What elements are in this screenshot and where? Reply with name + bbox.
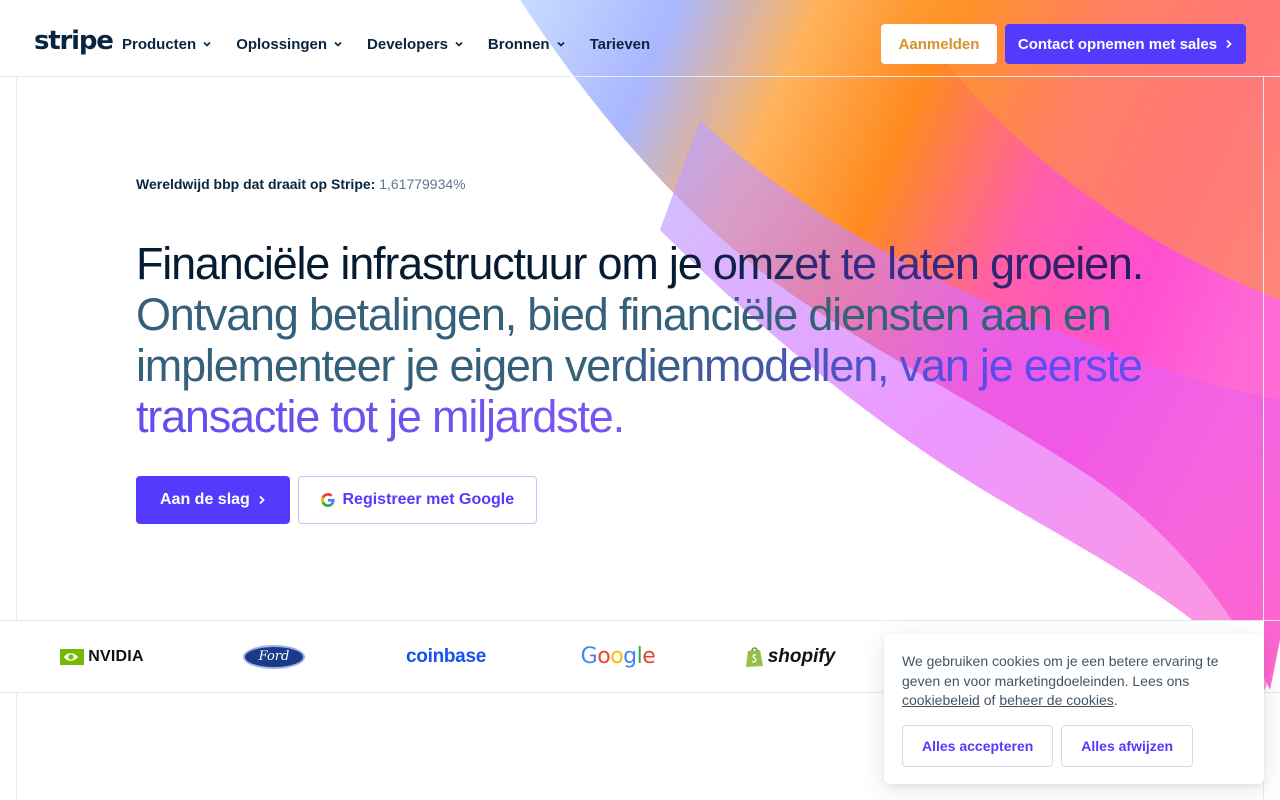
register-google-button[interactable]: Registreer met Google — [297, 476, 537, 524]
coinbase-wordmark: coinbase — [406, 645, 486, 667]
accept-all-cookies-button[interactable]: Alles accepteren — [902, 724, 1054, 767]
headline-strong: Financiële infrastructuur om je omzet te… — [136, 238, 1144, 289]
chevron-down-icon — [455, 41, 463, 47]
nvidia-wordmark: NVIDIA — [88, 647, 144, 665]
cookie-text-before: We gebruiken cookies om je een betere er… — [902, 653, 1219, 689]
stripe-logo[interactable]: stripe — [34, 26, 114, 56]
nav-item-tarieven[interactable]: Tarieven — [590, 36, 651, 53]
nav-label: Developers — [367, 35, 448, 53]
google-wordmark: Google — [580, 644, 656, 669]
get-started-button[interactable]: Aan de slag — [136, 476, 290, 524]
headline-rest: Ontvang betalingen, bied financiële dien… — [136, 289, 1143, 442]
main-nav: Producten Oplossingen Developers Bronnen… — [122, 0, 674, 88]
gdp-counter: Wereldwijd bbp dat draait op Stripe: 1,6… — [136, 176, 1166, 192]
cookie-text: We gebruiken cookies om je een betere er… — [902, 652, 1246, 711]
logo-google: Google — [532, 644, 704, 669]
nav-item-bronnen[interactable]: Bronnen — [488, 36, 566, 53]
nvidia-eye-icon — [60, 648, 85, 665]
chevron-down-icon — [203, 41, 211, 47]
shopify-wordmark: shopify — [767, 645, 836, 667]
chevron-down-icon — [557, 41, 565, 47]
chevron-down-icon — [334, 41, 342, 47]
chevron-right-icon — [259, 495, 265, 505]
manage-cookies-link[interactable]: beheer de cookies — [999, 692, 1113, 708]
hero-section: Wereldwijd bbp dat draait op Stripe: 1,6… — [136, 170, 1166, 442]
get-started-label: Aan de slag — [160, 491, 250, 508]
gdp-value: 1,61779934% — [379, 176, 466, 192]
logos-top-divider — [0, 620, 1280, 621]
nav-label: Tarieven — [589, 35, 651, 53]
reject-all-cookies-button[interactable]: Alles afwijzen — [1061, 724, 1194, 767]
nav-item-producten[interactable]: Producten — [122, 36, 212, 53]
contact-sales-button[interactable]: Contact opnemen met sales — [1005, 24, 1246, 64]
nav-item-developers[interactable]: Developers — [367, 36, 464, 53]
nav-label: Bronnen — [487, 35, 550, 53]
logo-shopify: shopify — [704, 646, 876, 668]
gdp-label: Wereldwijd bbp dat draait op Stripe: — [136, 176, 376, 192]
google-g-icon — [320, 493, 335, 507]
register-google-label: Registreer met Google — [342, 491, 515, 508]
site-header: stripe Producten Oplossingen Developers … — [0, 0, 1280, 76]
nav-label: Producten — [122, 35, 197, 53]
cookie-text-end: . — [1113, 692, 1118, 708]
logo-nvidia: NVIDIA — [16, 648, 188, 666]
hero-cta-row: Aan de slag Registreer met Google — [136, 476, 537, 524]
next-section-heading-cutoff — [34, 786, 43, 800]
contact-sales-label: Contact opnemen met sales — [1017, 35, 1218, 53]
cookie-buttons: Alles accepteren Alles afwijzen — [902, 724, 1246, 767]
chevron-right-icon — [1226, 39, 1232, 49]
login-button[interactable]: Aanmelden — [881, 24, 997, 64]
nav-item-oplossingen[interactable]: Oplossingen — [236, 36, 343, 53]
cookie-banner: We gebruiken cookies om je een betere er… — [884, 634, 1264, 784]
shopify-bag-icon — [745, 646, 763, 667]
cookie-text-middle: of — [983, 692, 996, 708]
logo-coinbase: coinbase — [360, 646, 532, 668]
nav-label: Oplossingen — [236, 35, 328, 53]
hero-headline: Financiële infrastructuur om je omzet te… — [136, 238, 1166, 442]
cookie-policy-link[interactable]: cookiebeleid — [902, 692, 980, 708]
logo-ford: Ford — [188, 644, 360, 669]
ford-wordmark: Ford — [243, 644, 305, 669]
